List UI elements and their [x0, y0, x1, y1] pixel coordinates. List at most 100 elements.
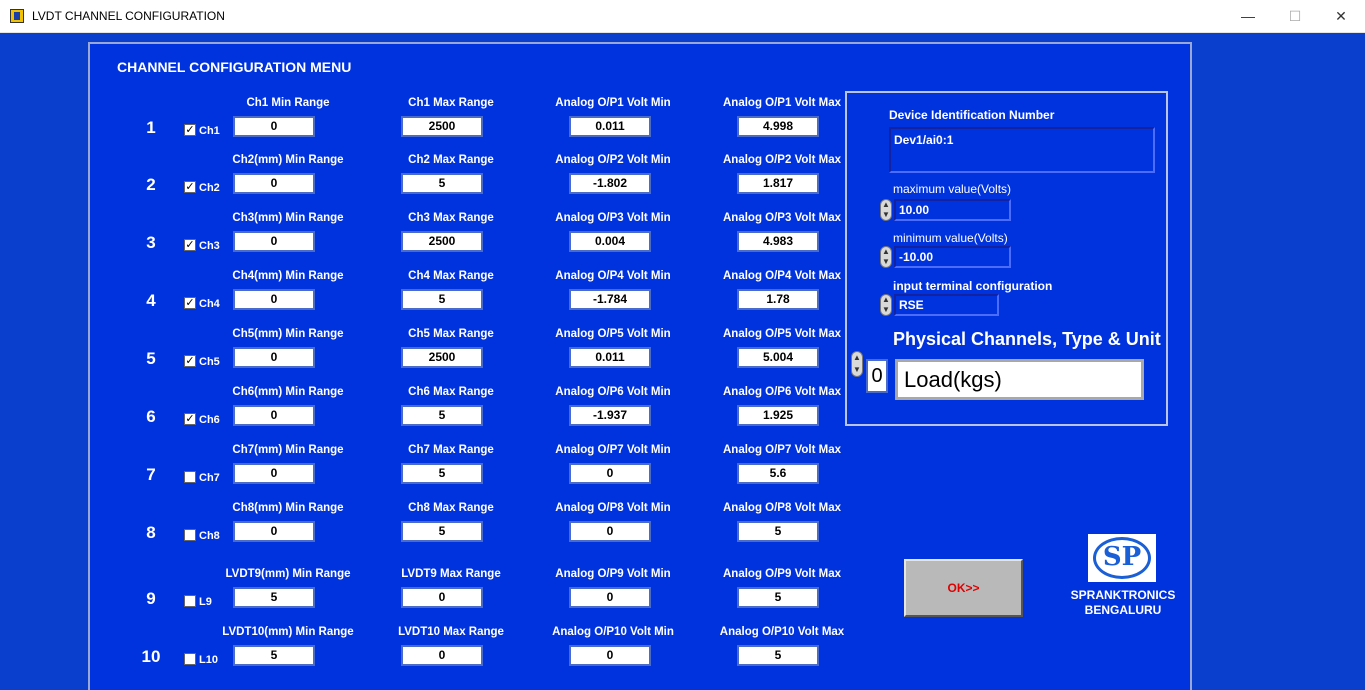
- max-input[interactable]: 5: [401, 289, 483, 310]
- channel-enable-checkbox[interactable]: [184, 529, 196, 541]
- min-label: Ch2(mm) Min Range: [232, 154, 344, 166]
- maximize-button[interactable]: ☐: [1272, 0, 1318, 32]
- vmax-input[interactable]: 4.983: [737, 231, 819, 252]
- channel-enable-label: L10: [199, 654, 218, 666]
- min-label: Ch8(mm) Min Range: [232, 502, 344, 514]
- min-value-field[interactable]: -10.00: [894, 246, 1011, 268]
- vmin-label: Analog O/P7 Volt Min: [555, 444, 671, 456]
- vmin-input[interactable]: 0: [569, 463, 651, 484]
- physical-channels-title: Physical Channels, Type & Unit: [893, 329, 1161, 349]
- vmax-input[interactable]: 5.004: [737, 347, 819, 368]
- vmax-input[interactable]: 5: [737, 521, 819, 542]
- min-input[interactable]: 0: [233, 463, 315, 484]
- device-id-field[interactable]: Dev1/ai0:1: [889, 127, 1155, 173]
- vmax-input[interactable]: 5.6: [737, 463, 819, 484]
- max-label: LVDT9 Max Range: [401, 568, 501, 580]
- vmin-label: Analog O/P10 Volt Min: [552, 626, 674, 638]
- device-id-label: Device Identification Number: [889, 108, 1055, 122]
- channel-enable-checkbox[interactable]: ✓: [184, 355, 196, 367]
- channel-enable-checkbox[interactable]: [184, 653, 196, 665]
- channel-enable-label: Ch4: [199, 298, 220, 310]
- phys-index-spinner-icon[interactable]: ▲ ▼: [851, 351, 863, 377]
- phys-channel-index[interactable]: 0: [866, 359, 888, 393]
- min-input[interactable]: 0: [233, 521, 315, 542]
- vmin-input[interactable]: 0.004: [569, 231, 651, 252]
- vmin-input[interactable]: -1.802: [569, 173, 651, 194]
- channel-enable-checkbox[interactable]: ✓: [184, 181, 196, 193]
- min-input[interactable]: 0: [233, 231, 315, 252]
- max-value-field[interactable]: 10.00: [894, 199, 1011, 221]
- vmin-input[interactable]: -1.937: [569, 405, 651, 426]
- min-input[interactable]: 0: [233, 289, 315, 310]
- vmax-input[interactable]: 1.78: [737, 289, 819, 310]
- max-label: LVDT10 Max Range: [398, 626, 504, 638]
- channel-number: 7: [146, 465, 156, 484]
- terminal-config-label: input terminal configuration: [893, 279, 1053, 293]
- vmax-input[interactable]: 5: [737, 645, 819, 666]
- channel-enable-label: Ch1: [199, 125, 220, 137]
- max-value-spinner-icon[interactable]: ▲ ▼: [880, 199, 892, 221]
- vmin-label: Analog O/P1 Volt Min: [555, 97, 671, 109]
- min-label: LVDT9(mm) Min Range: [225, 568, 351, 580]
- vmax-label: Analog O/P4 Volt Max: [723, 270, 841, 282]
- vmin-label: Analog O/P4 Volt Min: [555, 270, 671, 282]
- vmax-label: Analog O/P3 Volt Max: [723, 212, 841, 224]
- vmin-input[interactable]: 0.011: [569, 347, 651, 368]
- vmax-input[interactable]: 5: [737, 587, 819, 608]
- channel-enable-checkbox[interactable]: ✓: [184, 413, 196, 425]
- channel-enable-checkbox[interactable]: [184, 471, 196, 483]
- max-label: Ch4 Max Range: [408, 270, 494, 282]
- max-label: Ch5 Max Range: [408, 328, 494, 340]
- min-label: Ch4(mm) Min Range: [232, 270, 344, 282]
- channel-enable-label: Ch7: [199, 472, 220, 484]
- min-value-spinner-icon[interactable]: ▲ ▼: [880, 246, 892, 268]
- title-bar: LVDT CHANNEL CONFIGURATION — ☐ ✕: [0, 0, 1365, 33]
- channel-enable-checkbox[interactable]: ✓: [184, 124, 196, 136]
- channel-enable-checkbox[interactable]: [184, 595, 196, 607]
- max-input[interactable]: 5: [401, 173, 483, 194]
- channel-number: 9: [146, 589, 156, 608]
- min-input[interactable]: 5: [233, 587, 315, 608]
- channel-enable-checkbox[interactable]: ✓: [184, 239, 196, 251]
- vmax-input[interactable]: 1.925: [737, 405, 819, 426]
- vmin-input[interactable]: -1.784: [569, 289, 651, 310]
- channel-enable-label: Ch6: [199, 414, 220, 426]
- max-input[interactable]: 2500: [401, 231, 483, 252]
- vmin-input[interactable]: 0.011: [569, 116, 651, 137]
- channel-enable-checkbox[interactable]: ✓: [184, 297, 196, 309]
- labview-app-icon: [10, 9, 24, 23]
- ok-button[interactable]: OK>>: [904, 559, 1023, 617]
- close-button[interactable]: ✕: [1318, 0, 1364, 32]
- min-input[interactable]: 0: [233, 173, 315, 194]
- min-input[interactable]: 0: [233, 347, 315, 368]
- min-label: Ch3(mm) Min Range: [232, 212, 344, 224]
- terminal-config-spinner-icon[interactable]: ▲ ▼: [880, 294, 892, 316]
- channel-number: 8: [146, 523, 156, 542]
- vmax-label: Analog O/P7 Volt Max: [723, 444, 841, 456]
- vmax-input[interactable]: 1.817: [737, 173, 819, 194]
- channel-enable-label: L9: [199, 596, 212, 608]
- minimize-button[interactable]: —: [1225, 0, 1271, 32]
- min-input[interactable]: 0: [233, 116, 315, 137]
- max-input[interactable]: 2500: [401, 347, 483, 368]
- max-input[interactable]: 5: [401, 405, 483, 426]
- channel-enable-label: Ch8: [199, 530, 220, 542]
- vmax-input[interactable]: 4.998: [737, 116, 819, 137]
- max-input[interactable]: 2500: [401, 116, 483, 137]
- vmin-input[interactable]: 0: [569, 587, 651, 608]
- vmin-input[interactable]: 0: [569, 521, 651, 542]
- min-label: Ch7(mm) Min Range: [232, 444, 344, 456]
- channel-number: 2: [146, 175, 156, 194]
- min-input[interactable]: 0: [233, 405, 315, 426]
- vmin-input[interactable]: 0: [569, 645, 651, 666]
- max-input[interactable]: 5: [401, 521, 483, 542]
- phys-channel-type-field[interactable]: Load(kgs): [895, 359, 1144, 400]
- max-input[interactable]: 0: [401, 645, 483, 666]
- menu-title: CHANNEL CONFIGURATION MENU: [117, 59, 352, 75]
- min-input[interactable]: 5: [233, 645, 315, 666]
- vmin-label: Analog O/P6 Volt Min: [555, 386, 671, 398]
- max-label: Ch8 Max Range: [408, 502, 494, 514]
- max-input[interactable]: 5: [401, 463, 483, 484]
- terminal-config-select[interactable]: RSE: [894, 294, 999, 316]
- max-input[interactable]: 0: [401, 587, 483, 608]
